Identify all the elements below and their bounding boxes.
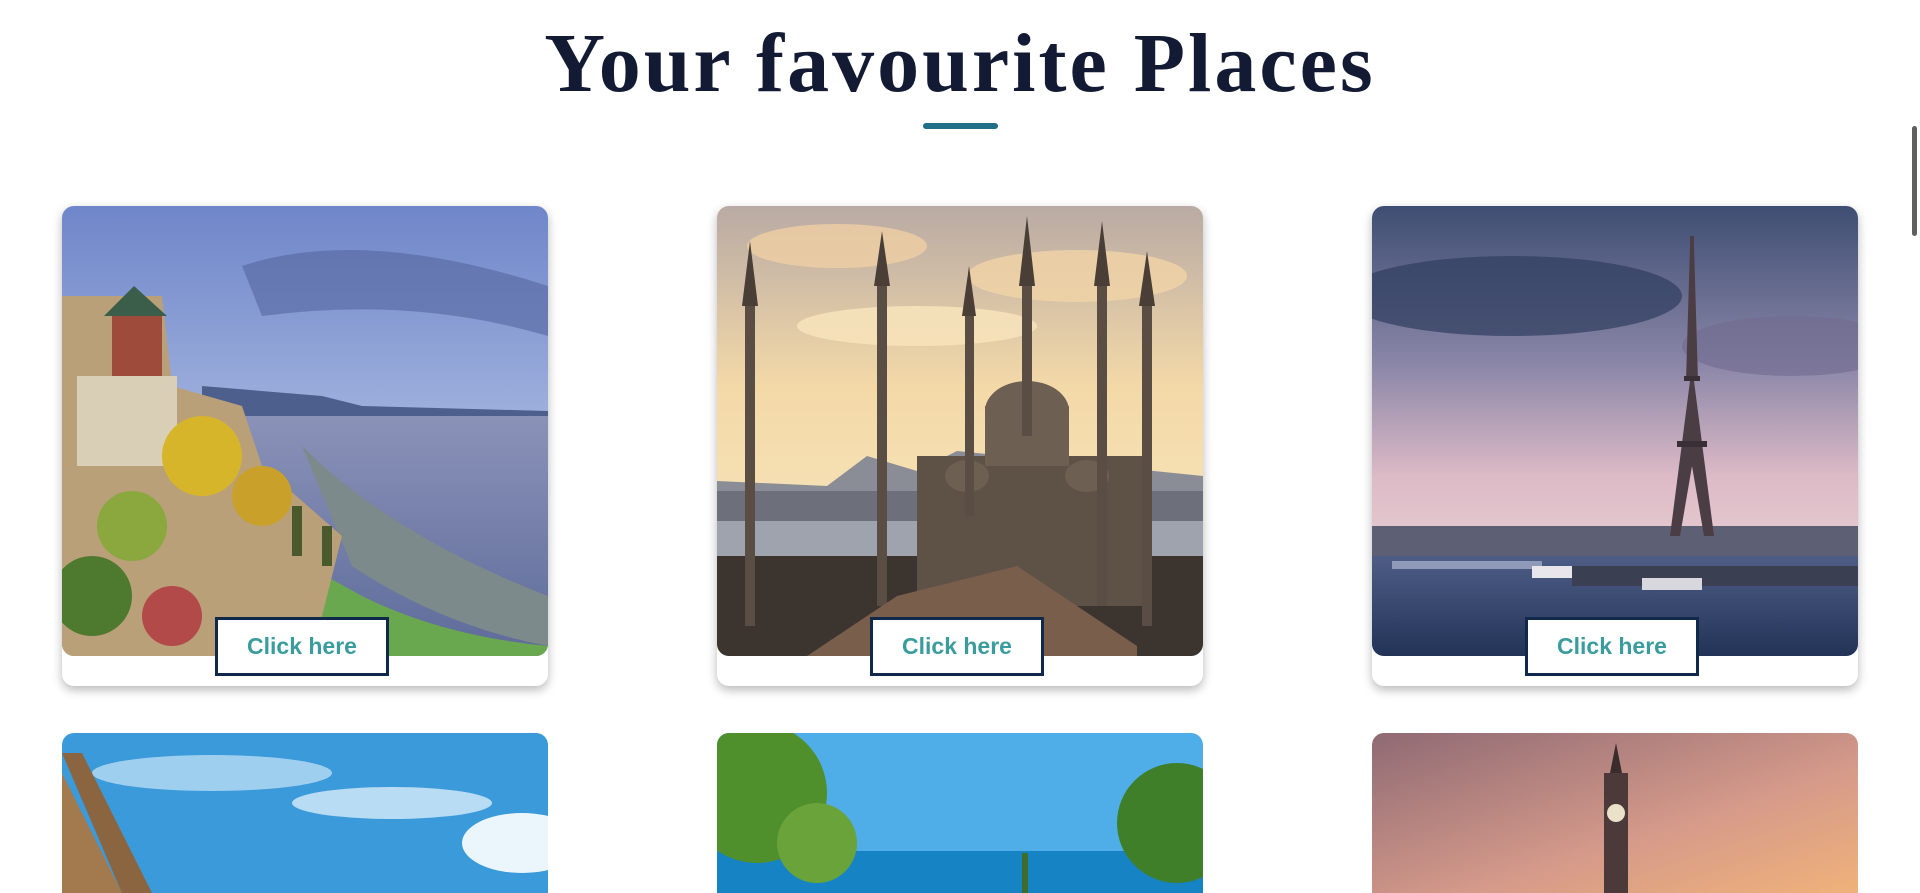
place-image-6 xyxy=(1372,733,1858,893)
click-here-button-3[interactable]: Click here xyxy=(1525,617,1699,676)
place-image-5 xyxy=(717,733,1203,893)
scrollbar[interactable] xyxy=(1906,0,1920,867)
place-card-5 xyxy=(717,733,1203,893)
place-card-3: Click here xyxy=(1372,206,1858,686)
place-image-3 xyxy=(1372,206,1858,656)
click-here-button-2[interactable]: Click here xyxy=(870,617,1044,676)
page-title: Your favourite Places xyxy=(544,17,1376,110)
place-image-4 xyxy=(62,733,548,893)
place-card-6 xyxy=(1372,733,1858,893)
place-card-2: Click here xyxy=(717,206,1203,686)
place-card-1: Click here xyxy=(62,206,548,686)
click-here-button-1[interactable]: Click here xyxy=(215,617,389,676)
title-underline xyxy=(923,123,998,129)
place-image-2 xyxy=(717,206,1203,656)
scrollbar-thumb[interactable] xyxy=(1912,126,1917,236)
place-image-1 xyxy=(62,206,548,656)
place-card-4 xyxy=(62,733,548,893)
